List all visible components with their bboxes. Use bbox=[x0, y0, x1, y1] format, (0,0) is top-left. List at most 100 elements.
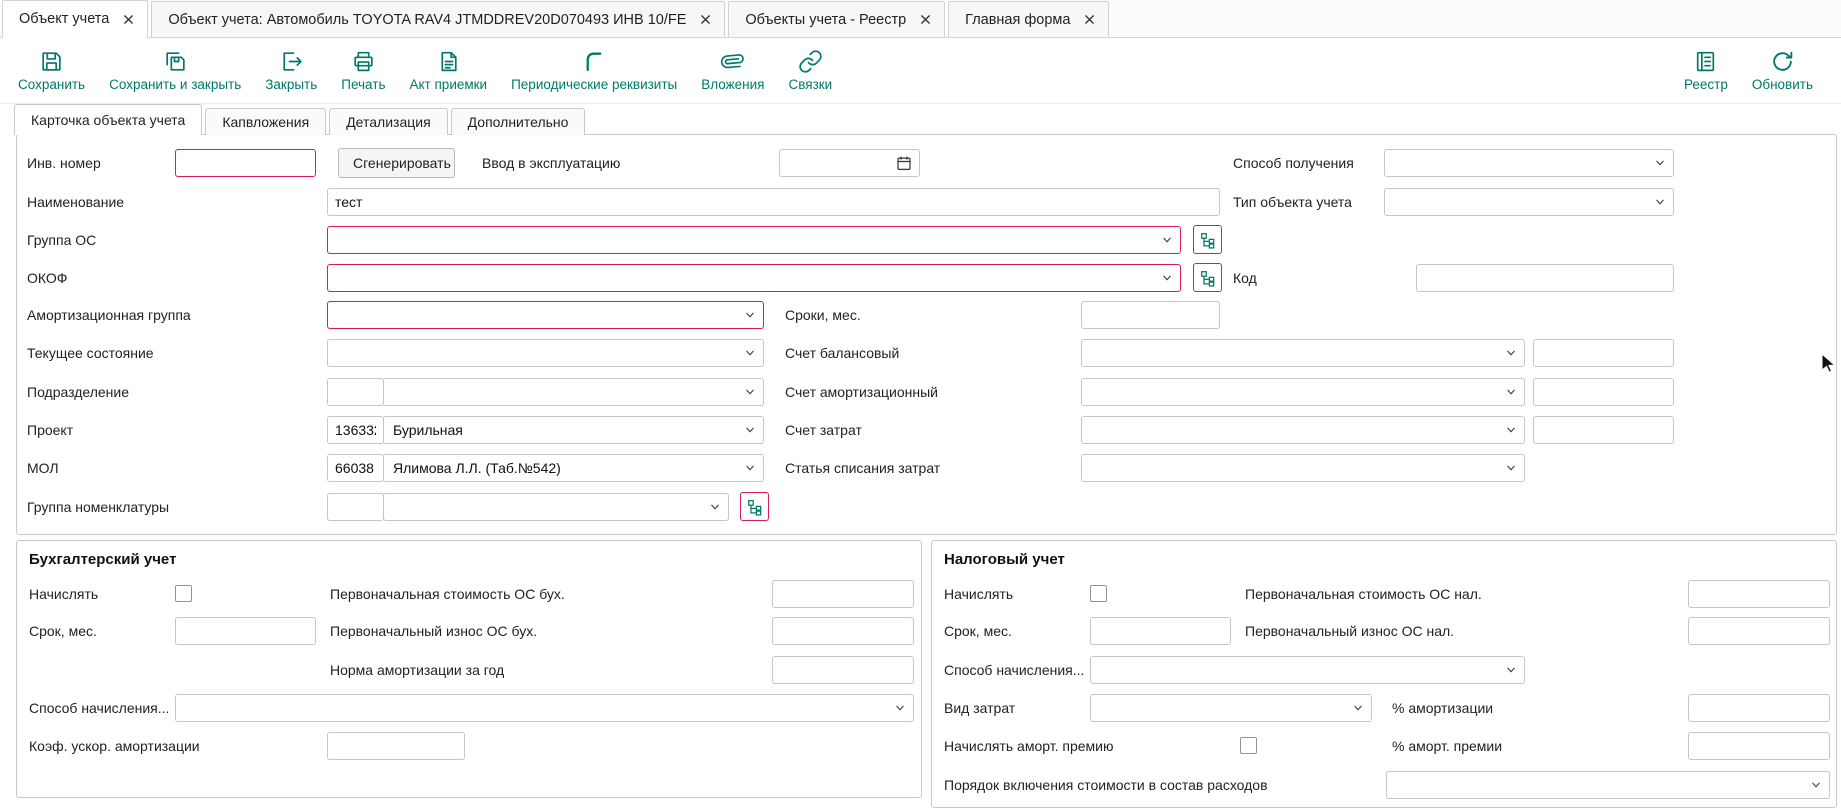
accrue-checkbox[interactable] bbox=[175, 585, 192, 602]
current-state-select[interactable] bbox=[327, 339, 764, 367]
name-label: Наименование bbox=[27, 188, 124, 216]
chevron-down-icon bbox=[1160, 271, 1174, 285]
save-and-close-button[interactable]: Сохранить и закрыть bbox=[97, 49, 253, 92]
terms-input[interactable] bbox=[1081, 301, 1220, 329]
os-group-select[interactable] bbox=[327, 226, 1181, 254]
balance-account-extra-input[interactable] bbox=[1533, 339, 1674, 367]
tree-icon bbox=[1199, 269, 1217, 287]
initial-wear-tax-input[interactable] bbox=[1688, 617, 1830, 645]
toolbar: Сохранить Сохранить и закрыть Закрыть Пе… bbox=[0, 38, 1841, 104]
depreciation-account-extra-input[interactable] bbox=[1533, 378, 1674, 406]
subtab-additional[interactable]: Дополнительно bbox=[451, 108, 586, 135]
subtab-capex[interactable]: Капвложения bbox=[205, 108, 326, 135]
project-code-input[interactable] bbox=[327, 416, 384, 444]
print-icon bbox=[351, 49, 376, 74]
chevron-down-icon bbox=[1504, 385, 1518, 399]
chevron-down-icon bbox=[893, 701, 907, 715]
close-button[interactable]: Закрыть bbox=[253, 49, 329, 92]
chevron-down-icon bbox=[1504, 663, 1518, 677]
initial-cost-tax-input[interactable] bbox=[1688, 580, 1830, 608]
cost-inclusion-order-select[interactable] bbox=[1386, 771, 1830, 799]
tab-close-icon[interactable] bbox=[700, 14, 711, 25]
premium-percent-input[interactable] bbox=[1688, 732, 1830, 760]
code-input[interactable] bbox=[1416, 264, 1674, 292]
tab-close-icon[interactable] bbox=[1084, 14, 1095, 25]
division-code-input[interactable] bbox=[327, 378, 384, 406]
subtab-bar: Карточка объекта учета Капвложения Детал… bbox=[14, 104, 585, 135]
save-button[interactable]: Сохранить bbox=[6, 49, 97, 92]
tax-panel-title: Налоговый учет bbox=[944, 551, 1065, 568]
initial-wear-acc-input[interactable] bbox=[772, 617, 914, 645]
tab-close-icon[interactable] bbox=[920, 14, 931, 25]
annual-rate-input[interactable] bbox=[772, 656, 914, 684]
cost-account-extra-input[interactable] bbox=[1533, 416, 1674, 444]
accrue-tax-checkbox[interactable] bbox=[1090, 585, 1107, 602]
periodic-requisites-button[interactable]: Периодические реквизиты bbox=[499, 49, 689, 92]
initial-cost-acc-label: Первоначальная стоимость ОС бух. bbox=[330, 580, 565, 608]
tab-close-icon[interactable] bbox=[123, 14, 134, 25]
links-button[interactable]: Связки bbox=[776, 49, 844, 92]
accrual-method-acc-label: Способ начисления... bbox=[29, 694, 169, 722]
division-select[interactable] bbox=[383, 378, 764, 406]
nomenclature-group-tree-button[interactable] bbox=[740, 492, 769, 521]
depreciation-percent-input[interactable] bbox=[1688, 694, 1830, 722]
refresh-icon bbox=[1770, 49, 1795, 74]
initial-wear-tax-label: Первоначальный износ ОС нал. bbox=[1245, 617, 1454, 645]
project-select[interactable]: Бурильная bbox=[383, 416, 764, 444]
balance-account-select[interactable] bbox=[1081, 339, 1525, 367]
periodic-requisites-icon bbox=[582, 49, 607, 74]
accounting-panel: Бухгалтерский учет Начислять Первоначаль… bbox=[16, 540, 922, 798]
depreciation-group-select[interactable] bbox=[327, 301, 764, 329]
cost-writeoff-item-label: Статья списания затрат bbox=[785, 454, 940, 482]
acceptance-act-icon bbox=[436, 49, 461, 74]
tab-objects-registry[interactable]: Объекты учета - Реестр bbox=[728, 1, 945, 37]
accrual-method-tax-select[interactable] bbox=[1090, 656, 1525, 684]
nomenclature-group-select[interactable] bbox=[383, 493, 729, 521]
print-button[interactable]: Печать bbox=[329, 49, 397, 92]
subtab-detail[interactable]: Детализация bbox=[329, 108, 447, 135]
acceleration-coef-input[interactable] bbox=[327, 732, 465, 760]
mol-code-input[interactable] bbox=[327, 454, 384, 482]
term-acc-input[interactable] bbox=[175, 617, 316, 645]
chevron-down-icon bbox=[743, 385, 757, 399]
terms-label: Сроки, мес. bbox=[785, 301, 861, 329]
division-label: Подразделение bbox=[27, 378, 129, 406]
tab-main-form[interactable]: Главная форма bbox=[948, 1, 1109, 37]
chevron-down-icon bbox=[743, 461, 757, 475]
name-input[interactable] bbox=[327, 188, 1220, 216]
acceptance-act-button[interactable]: Акт приемки bbox=[398, 49, 500, 92]
refresh-button[interactable]: Обновить bbox=[1740, 49, 1825, 92]
okof-select[interactable] bbox=[327, 264, 1181, 292]
term-acc-label: Срок, мес. bbox=[29, 617, 97, 645]
subtab-object-card[interactable]: Карточка объекта учета bbox=[14, 104, 202, 135]
accrual-method-acc-select[interactable] bbox=[175, 694, 914, 722]
project-label: Проект bbox=[27, 416, 73, 444]
registry-button[interactable]: Реестр bbox=[1672, 49, 1740, 92]
initial-cost-acc-input[interactable] bbox=[772, 580, 914, 608]
receipt-method-select[interactable] bbox=[1384, 149, 1674, 177]
accounting-panel-title: Бухгалтерский учет bbox=[29, 551, 176, 568]
cost-type-label: Вид затрат bbox=[944, 694, 1015, 722]
premium-percent-label: % аморт. премии bbox=[1392, 732, 1502, 760]
tab-object-toyota[interactable]: Объект учета: Автомобиль TOYOTA RAV4 JTM… bbox=[151, 1, 725, 37]
cost-type-select[interactable] bbox=[1090, 694, 1372, 722]
depreciation-account-select[interactable] bbox=[1081, 378, 1525, 406]
chevron-down-icon bbox=[1504, 423, 1518, 437]
object-type-select[interactable] bbox=[1384, 188, 1674, 216]
calendar-icon[interactable] bbox=[895, 154, 913, 172]
cost-account-select[interactable] bbox=[1081, 416, 1525, 444]
accrue-premium-checkbox[interactable] bbox=[1240, 737, 1257, 754]
object-card-panel: Инв. номер Сгенерировать Ввод в эксплуат… bbox=[16, 134, 1837, 535]
nomenclature-group-code-input[interactable] bbox=[327, 493, 384, 521]
okof-tree-button[interactable] bbox=[1193, 263, 1222, 292]
inv-number-input[interactable] bbox=[175, 149, 316, 177]
mol-select[interactable]: Ялимова Л.Л. (Таб.№542) bbox=[383, 454, 764, 482]
attachments-button[interactable]: Вложения bbox=[689, 49, 776, 92]
chevron-down-icon bbox=[1809, 778, 1823, 792]
tab-object-card[interactable]: Объект учета bbox=[2, 0, 148, 37]
term-tax-input[interactable] bbox=[1090, 617, 1231, 645]
cost-writeoff-item-select[interactable] bbox=[1081, 454, 1525, 482]
commissioning-date-input[interactable] bbox=[779, 149, 920, 177]
generate-button[interactable]: Сгенерировать bbox=[338, 148, 455, 178]
os-group-tree-button[interactable] bbox=[1193, 225, 1222, 254]
